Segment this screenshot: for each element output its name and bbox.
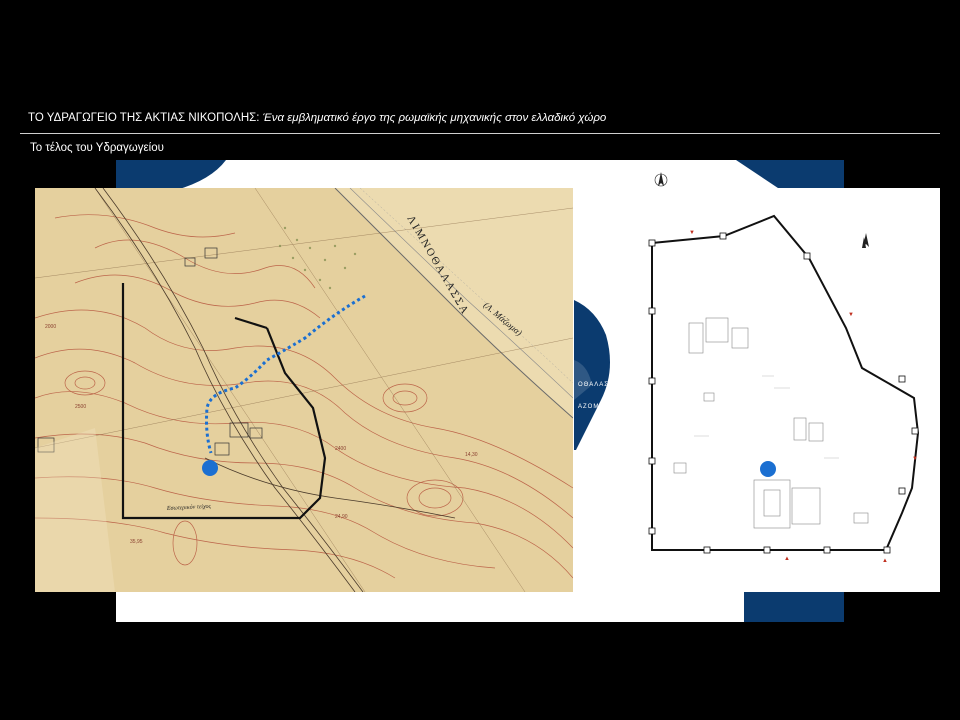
svg-text:2400: 2400 [335, 446, 346, 452]
aqueduct-end-marker [202, 460, 218, 476]
svg-text:2500: 2500 [75, 404, 86, 410]
svg-text:▼: ▼ [689, 230, 695, 236]
slide-subtitle: Το τέλος του Υδραγωγείου [30, 142, 164, 154]
slide-title-main: ΤΟ ΥΔΡΑΓΩΓΕΙΟ ΤΗΣ ΑΚΤΙΑΣ ΝΙΚΟΠΟΛΗΣ: [28, 112, 260, 124]
svg-text:▼: ▼ [912, 456, 918, 462]
svg-text:35,95: 35,95 [130, 539, 143, 545]
title-divider [20, 133, 940, 134]
svg-text:24,90: 24,90 [335, 514, 348, 520]
svg-text:▲: ▲ [784, 556, 790, 562]
svg-text:▼: ▼ [848, 312, 854, 318]
lagoon-label: ΟΘΑΛΑΣΣΑ [578, 382, 619, 388]
historic-topographic-map: ΛΙΜΝΟΘΑΛΑΣΣΑ (Λ. Μάζωμα) Εσωτερικόν τείχ… [35, 188, 573, 592]
aqueduct-end-marker [760, 461, 776, 477]
svg-text:14,30: 14,30 [465, 452, 478, 458]
svg-text:2000: 2000 [45, 324, 56, 330]
slide-title-italic: Ένα εμβληματικό έργο της ρωμαϊκής μηχανι… [262, 112, 607, 124]
slide-title: ΤΟ ΥΔΡΑΓΩΓΕΙΟ ΤΗΣ ΑΚΤΙΑΣ ΝΙΚΟΠΟΛΗΣ: Ένα … [28, 112, 606, 124]
city-wall-plan: ▼ ▼ ▼ ▲ ▲ [614, 188, 940, 592]
svg-text:▲: ▲ [882, 558, 888, 564]
